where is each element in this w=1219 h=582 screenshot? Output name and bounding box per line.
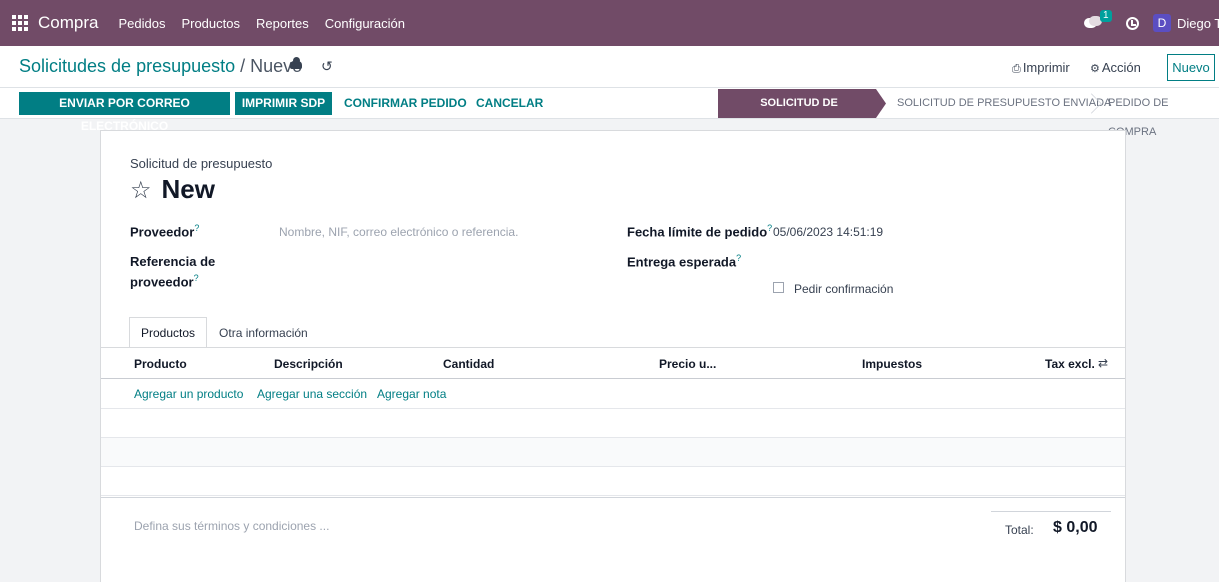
save-cloud-icon[interactable] [290, 57, 302, 69]
breadcrumb-parent[interactable]: Solicitudes de presupuesto [19, 56, 235, 76]
confirmation-checkbox[interactable] [773, 282, 784, 293]
user-name[interactable]: Diego Torres [1177, 16, 1219, 31]
page-title: New [161, 174, 215, 204]
action-button[interactable]: ⚙ Acción [1090, 60, 1141, 75]
menu-configuracion[interactable]: Configuración [325, 16, 405, 31]
stage-purchase-order[interactable]: PEDIDO DE COMPRA [1108, 89, 1219, 138]
print-rfq-button[interactable]: IMPRIMIR SDP [235, 92, 332, 115]
form-subtitle: Solicitud de presupuesto [130, 156, 273, 171]
deadline-label: Fecha límite de pedido? [627, 223, 773, 240]
print-button[interactable]: ⎙ Imprimir [1012, 60, 1070, 76]
column-header-producto[interactable]: Producto [134, 357, 187, 371]
top-navbar: Compra Pedidos Productos Reportes Config… [0, 0, 1219, 46]
help-tooltip-icon[interactable]: ? [194, 223, 199, 233]
total-divider [991, 511, 1111, 512]
stage-chevron-icon [1086, 89, 1100, 118]
expected-delivery-label: Entrega esperada? [627, 253, 742, 270]
print-label: Imprimir [1022, 60, 1070, 75]
stage-rfq-sent[interactable]: SOLICITUD DE PRESUPUESTO ENVIADA [897, 89, 1111, 118]
send-email-button[interactable]: ENVIAR POR CORREO ELECTRÓNICO [19, 92, 230, 133]
notebook-tabs: Productos Otra información [129, 317, 320, 348]
column-header-impuestos[interactable]: Impuestos [862, 357, 922, 371]
avatar[interactable]: D [1153, 14, 1171, 32]
optional-columns-icon[interactable]: ⇄ [1098, 356, 1108, 370]
total-value: $ 0,00 [1053, 519, 1098, 536]
add-section-link[interactable]: Agregar una sección [257, 387, 367, 401]
table-header: Producto Descripción Cantidad Precio u..… [101, 348, 1125, 379]
breadcrumb: Solicitudes de presupuesto / Nuevo [19, 56, 302, 77]
form-sheet: Solicitud de presupuesto ☆ New Proveedor… [100, 130, 1126, 582]
menu-pedidos[interactable]: Pedidos [118, 16, 165, 31]
help-tooltip-icon[interactable]: ? [736, 253, 741, 263]
vendor-ref-label: Referencia de proveedor? [130, 254, 216, 290]
table-row: Agregar un producto Agregar una sección … [101, 379, 1125, 409]
help-tooltip-icon[interactable]: ? [767, 223, 772, 233]
column-header-cantidad[interactable]: Cantidad [443, 357, 494, 371]
gear-icon: ⚙ [1090, 62, 1100, 75]
column-header-descripcion[interactable]: Descripción [274, 357, 343, 371]
table-row [101, 438, 1125, 467]
help-tooltip-icon[interactable]: ? [194, 273, 199, 283]
add-note-link[interactable]: Agregar nota [377, 387, 446, 401]
add-product-link[interactable]: Agregar un producto [134, 387, 243, 401]
apps-menu-icon[interactable] [11, 14, 29, 32]
column-header-tax-excl[interactable]: Tax excl. [1045, 357, 1095, 371]
cancel-button[interactable]: CANCELAR [476, 92, 543, 115]
action-label: Acción [1101, 60, 1141, 75]
status-bar: ENVIAR POR CORREO ELECTRÓNICO IMPRIMIR S… [0, 88, 1219, 138]
chat-icon[interactable]: 1 [1084, 10, 1112, 30]
table-row [101, 467, 1125, 496]
print-icon: ⎙ [1012, 62, 1021, 75]
discard-undo-icon[interactable]: ↺ [321, 59, 333, 75]
star-icon[interactable]: ☆ [130, 176, 152, 204]
app-name[interactable]: Compra [38, 13, 98, 33]
deadline-field[interactable]: 05/06/2023 14:51:19 [773, 225, 883, 239]
control-panel: Solicitudes de presupuesto / Nuevo ↺ ⎙ Im… [0, 46, 1219, 88]
terms-input[interactable]: Defina sus términos y condiciones ... [134, 519, 329, 533]
vendor-input[interactable]: Nombre, NIF, correo electrónico o refere… [279, 225, 518, 239]
table-divider [101, 497, 1125, 498]
chat-count-badge: 1 [1100, 10, 1112, 22]
table-row [101, 409, 1125, 438]
systray: 1 D Diego Torres [1084, 0, 1219, 46]
menu-productos[interactable]: Productos [181, 16, 240, 31]
vendor-label: Proveedor? [130, 223, 200, 240]
title-row: ☆ New [130, 174, 215, 205]
stage-rfq[interactable]: SOLICITUD DE PRESUPUESTO [718, 89, 886, 118]
column-header-precio[interactable]: Precio u... [659, 357, 716, 371]
breadcrumb-separator: / [235, 56, 251, 76]
activity-clock-icon[interactable] [1126, 16, 1139, 30]
total-label: Total: [1005, 523, 1034, 537]
confirmation-label: Pedir confirmación [794, 282, 894, 296]
menu-reportes[interactable]: Reportes [256, 16, 309, 31]
new-button[interactable]: Nuevo [1167, 54, 1215, 81]
tab-productos[interactable]: Productos [129, 317, 208, 348]
confirm-order-button[interactable]: CONFIRMAR PEDIDO [344, 92, 467, 115]
tab-otra-informacion[interactable]: Otra información [207, 317, 320, 348]
